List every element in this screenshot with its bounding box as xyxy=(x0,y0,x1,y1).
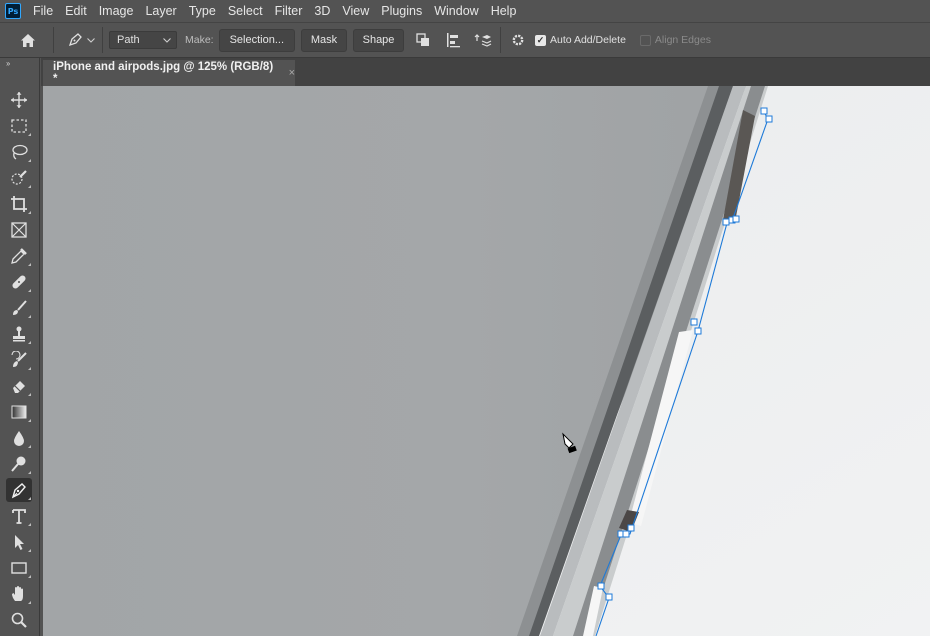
chevron-down-icon xyxy=(163,37,171,43)
align-edges-label: Align Edges xyxy=(654,34,711,46)
gradient-tool-icon[interactable] xyxy=(6,400,32,424)
tools-panel: ›› xyxy=(0,58,40,636)
document-tab[interactable]: iPhone and airpods.jpg @ 125% (RGB/8) * … xyxy=(43,60,295,86)
auto-add-delete-label: Auto Add/Delete xyxy=(550,34,626,46)
menu-edit[interactable]: Edit xyxy=(59,0,93,22)
history-brush-tool-icon[interactable] xyxy=(6,348,32,372)
separator xyxy=(500,27,502,53)
rectangle-tool-icon[interactable] xyxy=(6,556,32,580)
auto-add-delete-checkbox[interactable]: ✓ xyxy=(535,34,547,46)
path-alignment-icon[interactable] xyxy=(442,29,464,51)
quick-selection-tool-icon[interactable] xyxy=(6,166,32,190)
options-bar: Path Make: Selection... Mask Shape ✓ Aut… xyxy=(0,22,930,58)
move-tool-icon[interactable] xyxy=(6,88,32,112)
pen-preset-icon[interactable] xyxy=(64,29,86,51)
eyedropper-tool-icon[interactable] xyxy=(6,244,32,268)
document-canvas[interactable] xyxy=(43,86,930,636)
menu-select[interactable]: Select xyxy=(222,0,269,22)
make-label: Make: xyxy=(185,34,214,46)
lasso-tool-icon[interactable] xyxy=(6,140,32,164)
gear-icon[interactable] xyxy=(507,29,529,51)
hand-tool-icon[interactable] xyxy=(6,582,32,606)
path-selection-tool-icon[interactable] xyxy=(6,530,32,554)
frame-tool-icon[interactable] xyxy=(6,218,32,242)
document-tab-title: iPhone and airpods.jpg @ 125% (RGB/8) * xyxy=(53,61,274,85)
document-tab-bar: iPhone and airpods.jpg @ 125% (RGB/8) * … xyxy=(41,58,930,86)
path-operations-icon[interactable] xyxy=(412,29,434,51)
crop-tool-icon[interactable] xyxy=(6,192,32,216)
zoom-tool-icon[interactable] xyxy=(6,608,32,632)
align-edges-checkbox[interactable] xyxy=(639,34,651,46)
blur-tool-icon[interactable] xyxy=(6,426,32,450)
pen-tool-icon[interactable] xyxy=(6,478,32,502)
separator xyxy=(53,27,54,53)
menu-view[interactable]: View xyxy=(336,0,375,22)
menu-3d[interactable]: 3D xyxy=(308,0,336,22)
make-selection-button[interactable]: Selection... xyxy=(218,28,296,52)
dodge-tool-icon[interactable] xyxy=(6,452,32,476)
eraser-tool-icon[interactable] xyxy=(6,374,32,398)
tool-mode-value: Path xyxy=(117,34,140,46)
menu-items: File Edit Image Layer Type Select Filter 3D View… xyxy=(27,0,522,22)
clone-stamp-tool-icon[interactable] xyxy=(6,322,32,346)
chevron-down-icon[interactable] xyxy=(86,29,96,51)
close-icon[interactable]: × xyxy=(289,67,295,79)
menu-type[interactable]: Type xyxy=(183,0,222,22)
separator xyxy=(102,27,103,53)
make-mask-button[interactable]: Mask xyxy=(301,28,348,52)
tool-mode-select[interactable]: Path xyxy=(109,31,177,49)
marquee-tool-icon[interactable] xyxy=(6,114,32,138)
menu-bar: Ps File Edit Image Layer Type Select Filter 3D V… xyxy=(0,0,930,22)
menu-plugins[interactable]: Plugins xyxy=(375,0,428,22)
brush-tool-icon[interactable] xyxy=(6,296,32,320)
menu-layer[interactable]: Layer xyxy=(139,0,182,22)
menu-filter[interactable]: Filter xyxy=(269,0,309,22)
healing-brush-tool-icon[interactable] xyxy=(6,270,32,294)
canvas-image xyxy=(43,86,930,636)
type-tool-icon[interactable] xyxy=(6,504,32,528)
menu-file[interactable]: File xyxy=(27,0,59,22)
photoshop-logo: Ps xyxy=(5,3,21,19)
collapse-panel-icon[interactable]: ›› xyxy=(0,58,39,70)
menu-help[interactable]: Help xyxy=(485,0,523,22)
home-icon[interactable] xyxy=(17,29,39,51)
menu-image[interactable]: Image xyxy=(93,0,140,22)
menu-window[interactable]: Window xyxy=(428,0,484,22)
make-shape-button[interactable]: Shape xyxy=(353,28,405,52)
path-arrangement-icon[interactable] xyxy=(472,29,494,51)
